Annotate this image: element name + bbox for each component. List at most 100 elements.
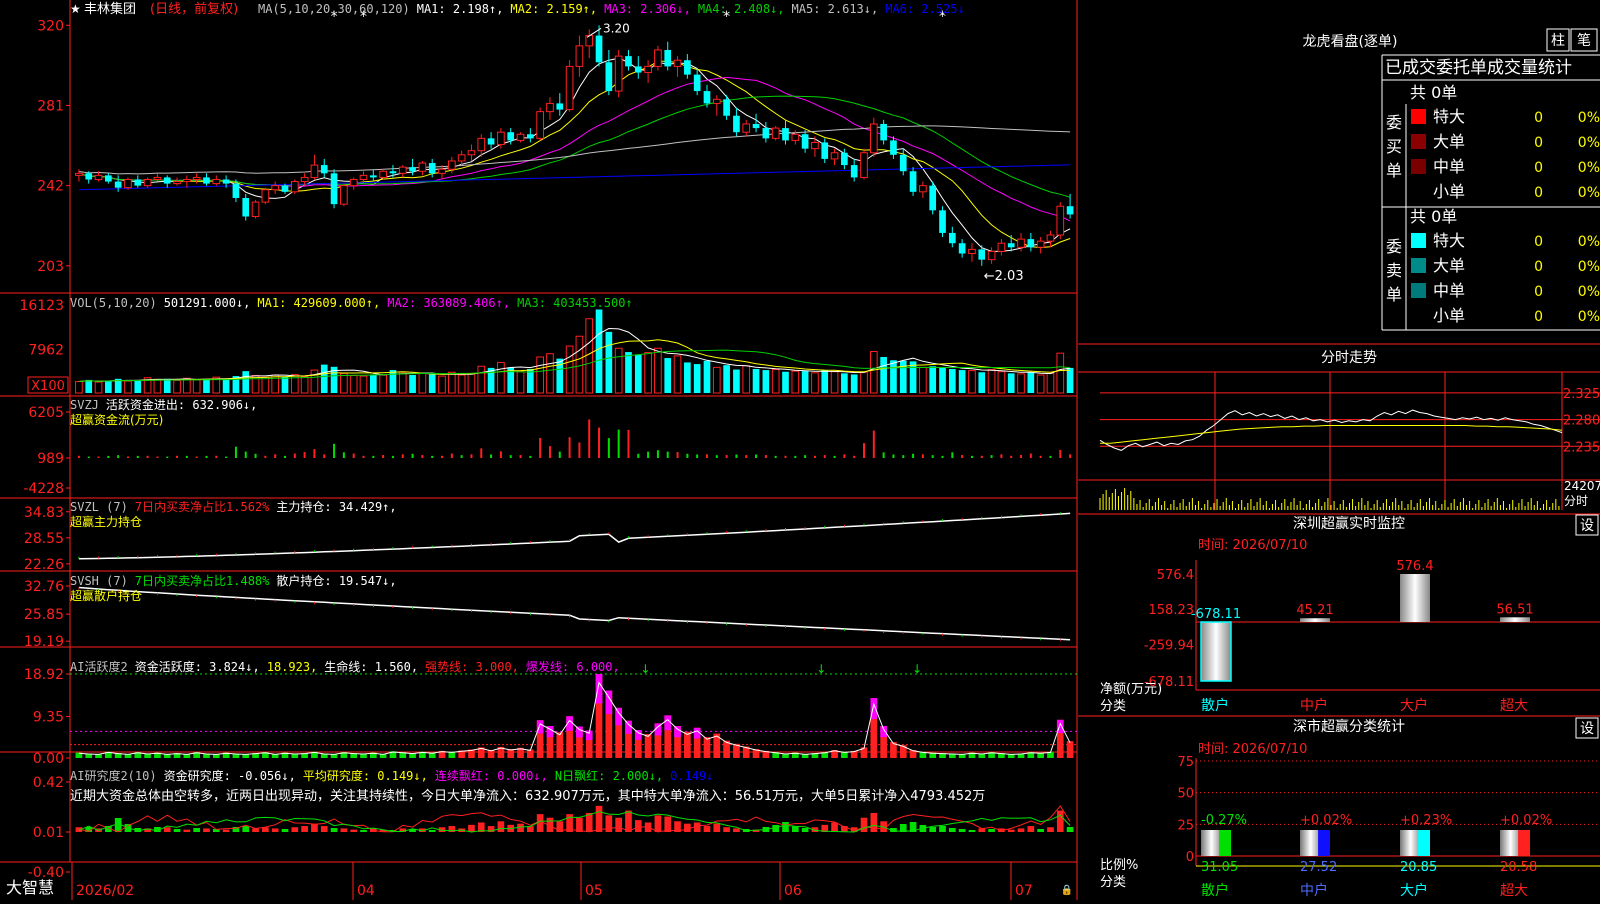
vol-bar-up — [673, 355, 682, 394]
sell-row-pct: 0% — [1578, 259, 1600, 275]
vol-bar-up — [712, 366, 721, 394]
candle-body-up — [290, 181, 299, 193]
vol-bar-down — [909, 361, 917, 393]
candle-body-up — [497, 131, 505, 146]
intraday-tick-label: 2.235 — [1563, 440, 1600, 455]
candle-body-down — [389, 171, 397, 174]
vol-bar-up — [300, 376, 309, 394]
candle-body-down — [242, 197, 250, 217]
ai1-bar-burst — [625, 720, 632, 734]
ai2-bar-pos — [222, 829, 230, 832]
ai2-bar-neg — [968, 830, 976, 832]
ma-legend-5: MA5: 2.613↓, — [792, 2, 879, 16]
ai2-bar-pos — [320, 826, 328, 832]
candle-body-up — [438, 168, 446, 174]
ai2-legend-2: 平均研究度: 0.149↓, — [303, 768, 428, 783]
candle-body-up — [830, 152, 839, 160]
ai1-bar-burst — [880, 726, 887, 738]
buy-row-count: 0 — [1534, 185, 1543, 201]
candle-body-up — [536, 111, 544, 139]
candle-body-up — [1056, 205, 1065, 236]
svzl-subtitle: 超赢主力持仓 — [70, 514, 142, 529]
class-change-label: -0.27% — [1201, 813, 1247, 828]
candle-body-up — [251, 201, 260, 217]
candle-body-up — [997, 242, 1006, 252]
candle-body-up — [742, 123, 751, 133]
candle-body-up — [173, 181, 181, 185]
ai2-bar-pos — [340, 828, 348, 832]
svsh-tick-label: 32.76 — [24, 579, 64, 595]
vol-bar-down — [85, 379, 93, 393]
sell-row-pct: 0% — [1578, 234, 1600, 250]
ai1-bar-burst — [674, 726, 681, 738]
date-label: 2026/02 — [76, 883, 134, 899]
class-category: 散户 — [1201, 882, 1229, 899]
candle-body-up — [987, 250, 996, 261]
candle-body-down — [684, 60, 691, 75]
vol-bar-down — [929, 366, 937, 393]
ai1-legend-5: 爆发线: 6.000, — [526, 659, 620, 674]
vol-bar-down — [821, 370, 829, 393]
candle-body-up — [398, 166, 407, 174]
ai2-legend-4: N日飘红: 2.000↓, — [555, 768, 663, 783]
price-tick-label: 320 — [37, 18, 64, 34]
vol-bar-up — [94, 381, 103, 394]
class-value-label: 20.85 — [1400, 860, 1437, 875]
candle-body-down — [281, 185, 289, 192]
sell-row-pct: 0% — [1578, 309, 1600, 325]
candle-body-down — [890, 140, 897, 155]
class-settings-label: 设 — [1580, 721, 1594, 737]
vol-bar-up — [261, 376, 270, 394]
vol-bar-down — [939, 367, 946, 393]
monitor-bar-散户 — [1200, 621, 1232, 682]
date-label: 04 — [357, 883, 375, 899]
sell-row-label: 大单 — [1433, 256, 1465, 275]
ai2-bar-pos — [262, 827, 269, 832]
candle-body-down — [320, 165, 328, 174]
ai2-bar-pos — [1047, 827, 1054, 832]
class-change-label: +0.02% — [1500, 813, 1552, 828]
sell-row-count: 0 — [1534, 284, 1543, 300]
brand-logo: 大智慧 — [6, 878, 54, 897]
buy-row-label: 中单 — [1433, 157, 1465, 176]
sell-side-label: 委 — [1386, 237, 1402, 256]
vol-bar-up — [546, 353, 554, 394]
vol-bar-up — [124, 380, 132, 394]
chart-canvas[interactable]: 3202812422033.20←2.03* * * *★ 丰林集团 (日线，前复权) MA… — [0, 0, 1600, 900]
candle-body-up — [261, 189, 270, 203]
monitor-time: 时间: 2026/07/10 — [1198, 538, 1307, 553]
candle-body-up — [192, 176, 201, 180]
candle-body-down — [203, 177, 210, 184]
candle-body-up — [183, 178, 191, 183]
candle-body-up — [712, 98, 721, 104]
price-tick-label: 242 — [37, 179, 64, 195]
ai2-bar-pos — [684, 823, 691, 832]
ai2-tick-label: 0.42 — [33, 775, 64, 791]
ai2-bar-pos — [723, 827, 730, 832]
ai2-bar-pos — [536, 814, 544, 832]
candle-body-up — [516, 133, 525, 141]
monitor-value-label: 576.4 — [1396, 559, 1433, 574]
ma-legend-1: MA1: 2.198↑, — [417, 2, 504, 16]
ai2-bar-pos — [625, 810, 632, 832]
vol-bar-down — [1027, 372, 1035, 393]
vol-bar-down — [693, 364, 701, 393]
vol-bar-down — [762, 370, 770, 393]
candle-body-up — [212, 178, 221, 185]
svzj-tick-label: 989 — [37, 451, 64, 467]
vol-bar-down — [134, 379, 142, 393]
class-unit: 比例% — [1100, 858, 1138, 873]
vol-bar-down — [899, 360, 907, 393]
sell-row-count: 0 — [1534, 309, 1543, 325]
intraday-vol-max: 24207 — [1564, 479, 1600, 493]
ai2-legend-5: 0.149↓ — [670, 769, 713, 783]
ai2-bar-pos — [183, 829, 191, 832]
candle-body-up — [1017, 238, 1025, 248]
candle-body-up — [869, 123, 878, 154]
monitor-tick-label: 576.4 — [1157, 568, 1194, 583]
ai2-bar-neg — [242, 826, 250, 832]
sell-row-label: 特大 — [1433, 231, 1465, 250]
ai2-bar-neg — [1037, 829, 1044, 832]
svzj-tick-label: -4228 — [23, 481, 64, 497]
ai1-bar-burst — [615, 707, 622, 726]
